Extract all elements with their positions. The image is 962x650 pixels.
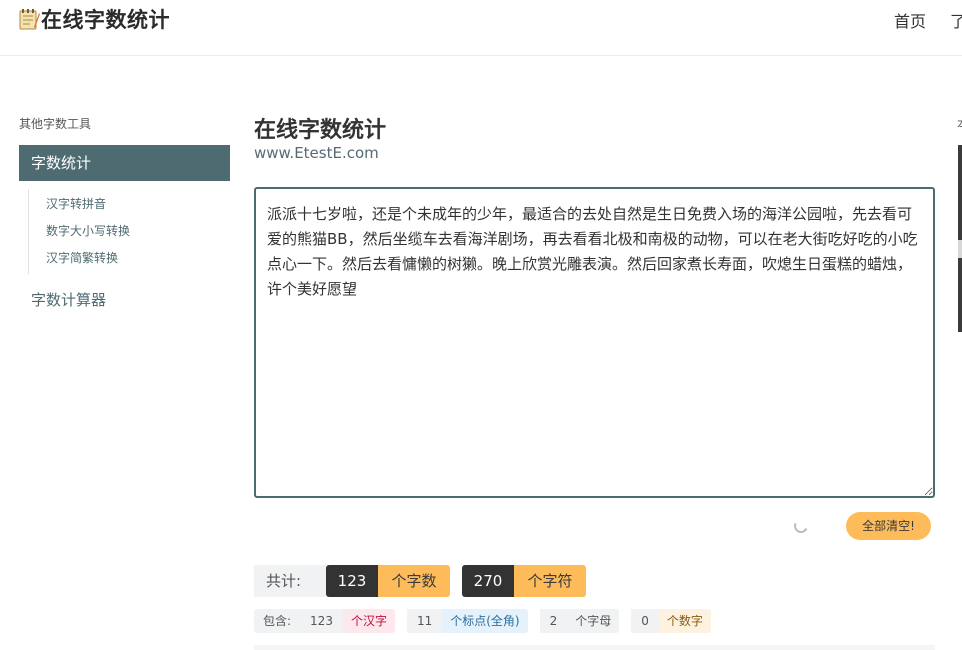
site-logo[interactable]: 在线字数统计 xyxy=(18,4,170,34)
sidebar-caption: 其他字数工具 xyxy=(19,117,92,131)
notepad-icon xyxy=(19,9,40,30)
chinese-char-count: 123 xyxy=(300,609,343,633)
page-title: 在线字数统计 xyxy=(254,118,387,143)
digit-count: 0 xyxy=(631,609,659,633)
char-count-unit: 个字符 xyxy=(514,565,586,597)
site-title: 在线字数统计 xyxy=(41,8,170,32)
loading-spinner-icon xyxy=(792,517,810,535)
sidebar-submenu: 汉字转拼音 数字大小写转换 汉字简繁转换 xyxy=(28,189,229,274)
clear-all-button[interactable]: 全部清空! xyxy=(846,512,931,540)
text-input-area[interactable]: 派派十七岁啦，还是个未成年的少年，最适合的去处自然是生日免费入场的海洋公园啦，先… xyxy=(254,187,935,498)
summary-bar: 共计: 123 个字数 270 个字符 xyxy=(254,565,586,597)
letter-count: 2 xyxy=(539,609,568,633)
sidebar-item-calculator[interactable]: 字数计算器 xyxy=(31,289,106,310)
char-count-value: 270 xyxy=(462,565,514,597)
sidebar-item-number-case[interactable]: 数字大小写转换 xyxy=(29,218,229,245)
right-column-image-highlight xyxy=(958,240,962,258)
nav-home-link[interactable]: 首页 xyxy=(894,8,926,32)
letter-unit: 个字母 xyxy=(567,609,620,633)
detail-label: 包含: xyxy=(254,609,301,633)
summary-label: 共计: xyxy=(254,565,326,597)
digit-unit: 个数字 xyxy=(658,609,711,633)
right-column-caption: 本 xyxy=(957,115,962,129)
word-count-unit: 个字数 xyxy=(378,565,450,597)
detail-bar: 包含: 123 个汉字 11 个标点(全角) 2 个字母 0 个数字 xyxy=(254,609,711,633)
nav-link-clipped[interactable]: 了 xyxy=(950,8,962,32)
site-header: 在线字数统计 首页 了 xyxy=(0,0,962,56)
right-column-image xyxy=(958,145,962,332)
sidebar-item-pinyin[interactable]: 汉字转拼音 xyxy=(29,191,229,218)
sidebar-item-traditional-simplified[interactable]: 汉字简繁转换 xyxy=(29,245,229,272)
punctuation-count: 11 xyxy=(406,609,443,633)
punctuation-unit: 个标点(全角) xyxy=(442,609,528,633)
chinese-char-unit: 个汉字 xyxy=(342,609,395,633)
sidebar-item-word-count[interactable]: 字数统计 xyxy=(19,145,230,181)
word-count-value: 123 xyxy=(326,565,378,597)
site-url: www.EtestE.com xyxy=(254,144,379,162)
next-section-edge xyxy=(254,645,935,650)
